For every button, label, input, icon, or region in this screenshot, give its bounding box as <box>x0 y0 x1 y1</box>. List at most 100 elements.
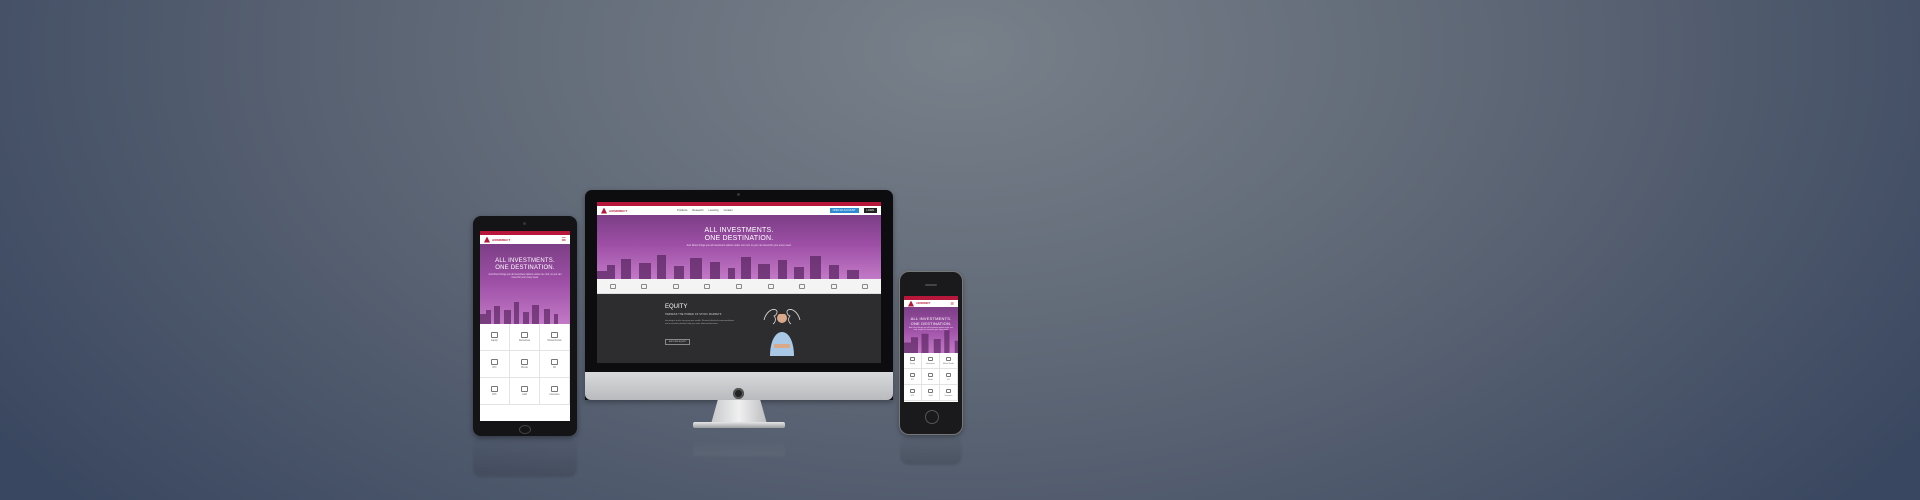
phone-home-button[interactable] <box>925 410 939 424</box>
grid-item[interactable]: ETF <box>904 385 922 401</box>
brand-logo-icon <box>908 300 914 307</box>
product-icon <box>491 386 498 392</box>
hero-subtitle: Axis Direct brings you all investment op… <box>909 327 953 332</box>
grid-item[interactable]: Bonds <box>510 351 540 378</box>
phone-device: AXISDIRECT ☰ ALL INVESTMENTS. ONE DESTINA… <box>900 272 962 434</box>
product-icon <box>521 332 528 338</box>
feature-cta-button[interactable]: EXPLORE EQUITY <box>665 339 691 345</box>
grid-item[interactable]: Gold <box>510 378 540 405</box>
hero-subtitle: Axis Direct brings you all investment op… <box>686 244 792 247</box>
man-with-muscles-illustration <box>763 309 801 356</box>
desktop-bezel: AXISDIRECT Products Research Learning Co… <box>585 190 893 400</box>
product-icon <box>946 372 951 377</box>
fd-icon[interactable] <box>767 283 774 289</box>
grid-item[interactable]: Mutual Funds <box>940 353 958 369</box>
product-icon <box>551 332 558 338</box>
etf-icon[interactable] <box>799 283 806 289</box>
tablet-device: AXISDIRECT ☰ ALL INVESTMENTS. ONE DESTINA… <box>473 216 577 436</box>
grid-item[interactable]: Bonds <box>922 369 940 385</box>
phone-screen: AXISDIRECT ☰ ALL INVESTMENTS. ONE DESTINA… <box>904 296 958 402</box>
city-skyline-icon <box>480 302 558 324</box>
grid-item[interactable]: Mutual Funds <box>540 324 570 351</box>
product-icon <box>521 359 528 365</box>
grid-item[interactable]: Derivatives <box>922 353 940 369</box>
grid-item[interactable]: IPO <box>480 351 510 378</box>
desktop-camera <box>737 193 740 196</box>
desktop-reflection <box>693 440 785 456</box>
grid-item[interactable]: FD <box>540 351 570 378</box>
insurance-icon[interactable] <box>862 283 869 289</box>
nav-item[interactable]: Products <box>677 209 687 212</box>
equity-icon[interactable] <box>609 283 616 289</box>
brand-name: AXISDIRECT <box>609 208 628 213</box>
desktop-screen: AXISDIRECT Products Research Learning Co… <box>597 202 881 363</box>
product-icon <box>910 388 915 393</box>
desktop-brand[interactable]: AXISDIRECT <box>601 207 628 214</box>
nav-item[interactable]: Learning <box>709 209 719 212</box>
grid-item[interactable]: Equity <box>480 324 510 351</box>
hero-title: ALL INVESTMENTS. ONE DESTINATION. <box>495 258 555 271</box>
grid-item[interactable]: FD <box>940 369 958 385</box>
product-icon <box>910 372 915 377</box>
desktop-hero: ALL INVESTMENTS. ONE DESTINATION. Axis Di… <box>597 215 881 279</box>
tablet-product-grid: Equity Derivatives Mutual Funds IPO Bond… <box>480 324 570 405</box>
feature-subtitle: HARNESS THE POWER OF STOCK MARKETS <box>665 314 722 316</box>
brand-name: AXISDIRECT <box>492 237 511 242</box>
feature-text: Investing in stocks can grow your wealth… <box>665 320 735 325</box>
grid-item[interactable]: Insurance <box>940 385 958 401</box>
product-icon <box>928 388 933 393</box>
product-icon <box>491 332 498 338</box>
grid-item[interactable]: Gold <box>922 385 940 401</box>
login-button[interactable]: LOGIN <box>863 208 877 213</box>
tablet-nav: AXISDIRECT ☰ <box>480 235 570 244</box>
product-icon <box>521 386 528 392</box>
menu-icon[interactable]: ☰ <box>562 237 566 243</box>
phone-brand[interactable]: AXISDIRECT <box>908 300 931 307</box>
hero-title: ALL INVESTMENTS. ONE DESTINATION. <box>704 227 774 242</box>
open-account-button[interactable]: OPEN AN ACCOUNT <box>829 208 859 213</box>
grid-item[interactable]: Insurance <box>540 378 570 405</box>
tablet-camera <box>523 222 526 225</box>
tablet-brand[interactable]: AXISDIRECT <box>484 236 511 243</box>
phone-earpiece <box>925 284 937 286</box>
product-icon <box>551 386 558 392</box>
nav-item[interactable]: Research <box>692 209 703 212</box>
product-icon <box>551 359 558 365</box>
grid-item[interactable]: ETF <box>480 378 510 405</box>
desktop-device: AXISDIRECT Products Research Learning Co… <box>585 190 893 435</box>
grid-item[interactable]: IPO <box>904 369 922 385</box>
ipo-icon[interactable] <box>704 283 711 289</box>
tablet-reflection <box>473 437 577 477</box>
tablet-hero: ALL INVESTMENTS. ONE DESTINATION. Axis Di… <box>480 244 570 324</box>
desktop-nav: AXISDIRECT Products Research Learning Co… <box>597 206 881 215</box>
grid-item[interactable]: Derivatives <box>510 324 540 351</box>
hero-title: ALL INVESTMENTS. ONE DESTINATION. <box>910 316 952 326</box>
product-icon <box>946 388 951 393</box>
phone-nav: AXISDIRECT ☰ <box>904 300 958 307</box>
tablet-home-button[interactable] <box>519 425 531 434</box>
derivatives-icon[interactable] <box>641 283 648 289</box>
gold-icon[interactable] <box>830 283 837 289</box>
hero-subtitle: Axis Direct brings you all investment op… <box>488 274 562 279</box>
product-icon <box>928 372 933 377</box>
product-icon-bar <box>597 279 881 294</box>
phone-product-grid: Equity Derivatives Mutual Funds IPO Bond… <box>904 353 958 401</box>
phone-hero: ALL INVESTMENTS. ONE DESTINATION. Axis Di… <box>904 307 958 353</box>
brand-logo-icon <box>484 236 490 243</box>
product-icon <box>946 356 951 361</box>
equity-feature: EQUITY HARNESS THE POWER OF STOCK MARKET… <box>597 294 881 363</box>
mutual-funds-icon[interactable] <box>672 283 679 289</box>
bonds-icon[interactable] <box>735 283 742 289</box>
desktop-stand-base <box>693 422 785 428</box>
desktop-logo-icon <box>733 388 744 399</box>
product-icon <box>910 356 915 361</box>
brand-name: AXISDIRECT <box>916 302 931 305</box>
grid-item[interactable]: Equity <box>904 353 922 369</box>
product-icon <box>928 356 933 361</box>
brand-logo-icon <box>601 207 607 214</box>
feature-title: EQUITY <box>665 304 688 310</box>
nav-item[interactable]: Contact <box>724 209 733 212</box>
desktop-stand <box>711 400 767 424</box>
menu-icon[interactable]: ☰ <box>950 301 954 306</box>
phone-reflection <box>900 435 962 465</box>
